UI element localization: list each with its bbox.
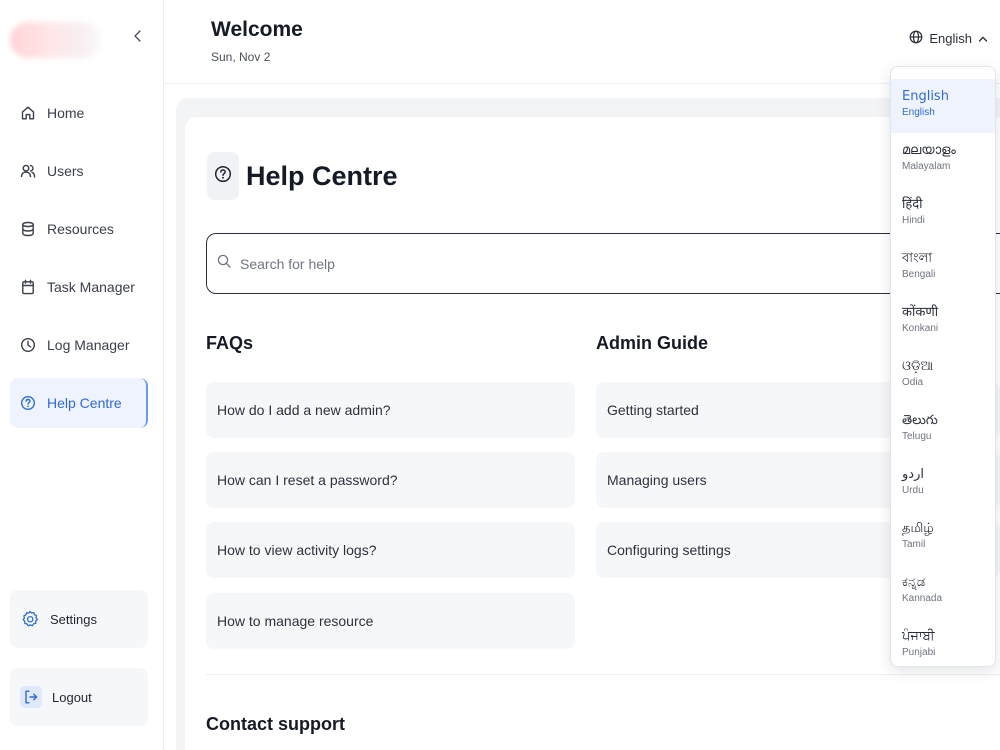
language-english-name: English <box>902 107 935 118</box>
language-dropdown: English English മലയാളം Malayalam हिंदी H… <box>890 66 996 667</box>
language-native-name: বাংলা <box>902 251 933 266</box>
language-option-kannada[interactable]: ಕನ್ನಡ Kannada <box>891 565 995 619</box>
faqs-title: FAQs <box>206 333 254 353</box>
section-divider <box>206 674 1000 675</box>
language-option-punjabi[interactable]: ਪੰਜਾਬੀ Punjabi <box>891 619 995 666</box>
sidebar-item-label: Home <box>47 105 85 121</box>
language-english-name: Konkani <box>902 323 939 334</box>
language-english-name: Punjabi <box>902 647 936 658</box>
language-selector-label: English <box>929 31 972 46</box>
collapse-sidebar-button[interactable] <box>128 28 148 48</box>
language-native-name: മലയാളം <box>902 143 956 158</box>
gear-icon <box>20 609 40 629</box>
page-greeting: Welcome <box>211 18 303 41</box>
home-icon <box>20 105 36 121</box>
clipboard-icon <box>20 279 36 295</box>
sidebar-item-log-manager[interactable]: Log Manager <box>10 320 148 370</box>
faq-item[interactable]: How do I add a new admin? <box>206 382 575 438</box>
users-icon <box>20 163 36 179</box>
language-native-name: తెలుగు <box>902 413 938 428</box>
logout-button[interactable]: Logout <box>10 668 148 726</box>
clock-icon <box>20 337 36 353</box>
language-option-urdu[interactable]: اردو Urdu <box>891 457 995 511</box>
language-option-tamil[interactable]: தமிழ் Tamil <box>891 511 995 565</box>
chevron-left-icon <box>133 29 143 47</box>
sidebar: Home Users Resources Task Manager Log Ma… <box>0 0 164 750</box>
language-english-name: Urdu <box>902 485 924 496</box>
sidebar-item-label: Log Manager <box>47 337 130 353</box>
language-native-name: ಕನ್ನಡ <box>902 575 926 590</box>
top-header: Welcome Sun, Nov 2 English <box>164 0 1000 84</box>
language-native-name: हिंदी <box>902 197 923 212</box>
sidebar-item-task-manager[interactable]: Task Manager <box>10 262 148 312</box>
language-english-name: Kannada <box>902 593 943 604</box>
help-circle-icon <box>20 395 36 411</box>
contact-support-title: Contact support <box>206 714 345 734</box>
language-option-bengali[interactable]: বাংলা Bengali <box>891 241 995 295</box>
language-english-name: Bengali <box>902 269 936 280</box>
logout-icon <box>20 686 42 708</box>
sidebar-item-label: Users <box>47 163 84 179</box>
chevron-up-icon <box>978 31 988 46</box>
search-container <box>206 233 1000 294</box>
language-english-name: Odia <box>902 377 924 388</box>
brand-logo <box>10 22 102 58</box>
language-english-name: Malayalam <box>902 161 951 172</box>
search-input[interactable] <box>240 255 840 272</box>
search-icon <box>217 254 231 273</box>
language-english-name: Tamil <box>902 539 926 550</box>
language-option-hindi[interactable]: हिंदी Hindi <box>891 187 995 241</box>
language-native-name: कोंकणी <box>902 305 939 320</box>
language-english-name: Hindi <box>902 215 925 226</box>
settings-label: Settings <box>50 611 97 627</box>
language-option-odia[interactable]: ଓଡ଼ିଆ Odia <box>891 349 995 403</box>
admin-guide-title: Admin Guide <box>596 333 708 353</box>
language-option-telugu[interactable]: తెలుగు Telugu <box>891 403 995 457</box>
language-english-name: Telugu <box>902 431 932 442</box>
language-native-name: English <box>902 89 949 104</box>
language-native-name: ଓଡ଼ିଆ <box>902 359 934 374</box>
current-date: Sun, Nov 2 <box>211 50 271 64</box>
globe-icon <box>909 30 923 47</box>
language-native-name: اردو <box>902 467 924 482</box>
faq-item[interactable]: How to manage resource <box>206 593 575 649</box>
sidebar-item-help-centre[interactable]: Help Centre <box>10 378 148 428</box>
language-option-konkani[interactable]: कोंकणी Konkani <box>891 295 995 349</box>
sidebar-item-resources[interactable]: Resources <box>10 204 148 254</box>
sidebar-item-label: Task Manager <box>47 279 135 295</box>
settings-button[interactable]: Settings <box>10 590 148 648</box>
language-option-malayalam[interactable]: മലയാളം Malayalam <box>891 133 995 187</box>
sidebar-item-home[interactable]: Home <box>10 88 148 138</box>
language-option-english[interactable]: English English <box>891 79 995 133</box>
sidebar-item-users[interactable]: Users <box>10 146 148 196</box>
sidebar-item-label: Resources <box>47 221 114 237</box>
language-native-name: ਪੰਜਾਬੀ <box>902 629 935 644</box>
help-circle-icon <box>214 165 232 188</box>
logout-label: Logout <box>52 689 92 705</box>
language-selector[interactable]: English <box>909 30 988 47</box>
faq-item[interactable]: How can I reset a password? <box>206 452 575 508</box>
database-icon <box>20 221 36 237</box>
language-native-name: தமிழ் <box>902 521 934 536</box>
sidebar-item-label: Help Centre <box>47 395 122 411</box>
page-title: Help Centre <box>246 161 398 191</box>
faq-item[interactable]: How to view activity logs? <box>206 522 575 578</box>
help-title-icon <box>207 152 239 200</box>
